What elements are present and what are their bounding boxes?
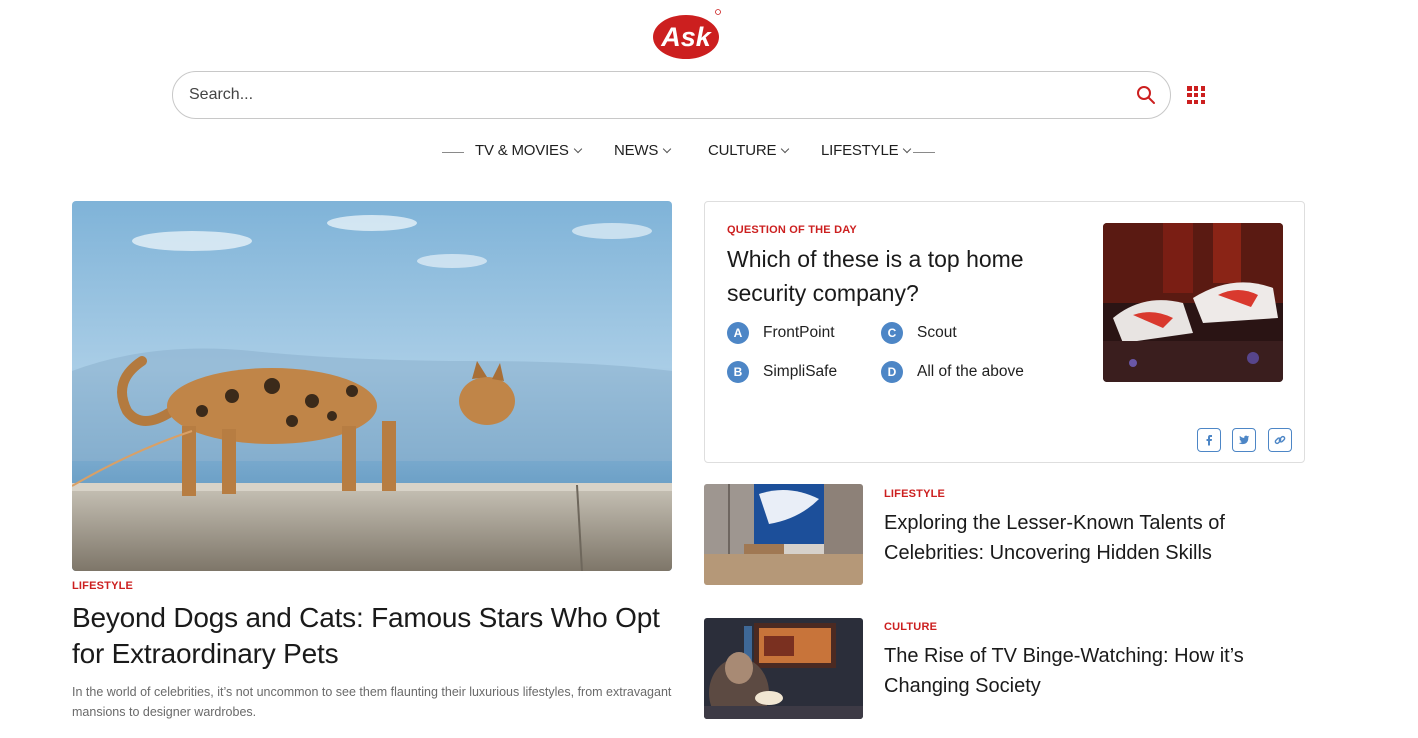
hero-image[interactable] [72,201,672,571]
article-category[interactable]: LIFESTYLE [884,488,945,500]
search-input[interactable] [189,72,1089,118]
option-letter-badge: C [881,322,903,344]
main-nav: TV & MOVIES NEWS CULTURE LIFESTYLE [0,140,1418,164]
hero-category[interactable]: LIFESTYLE [72,580,133,592]
hero-title[interactable]: Beyond Dogs and Cats: Famous Stars Who O… [72,600,672,672]
article-title[interactable]: The Rise of TV Binge-Watching: How it’s … [884,641,1284,701]
facebook-icon[interactable] [1197,428,1221,452]
question-image [1103,223,1283,382]
search-icon[interactable] [1136,85,1156,105]
hero-description: In the world of celebrities, it’s not un… [72,685,672,719]
article-title[interactable]: Exploring the Lesser-Known Talents of Ce… [884,508,1284,568]
answer-option-a[interactable]: A FrontPoint [727,322,835,344]
link-icon[interactable] [1268,428,1292,452]
chevron-down-icon [903,144,912,154]
question-of-the-day-card: QUESTION OF THE DAY Which of these is a … [704,201,1305,463]
search-bar[interactable] [172,71,1171,119]
logo-text: Ask [660,22,713,52]
nav-item-culture[interactable]: CULTURE [708,142,790,159]
nav-item-lifestyle[interactable]: LIFESTYLE [821,142,912,159]
answer-option-b[interactable]: B SimpliSafe [727,361,837,383]
ask-logo[interactable]: Ask [652,8,722,62]
article-thumbnail[interactable] [704,618,863,719]
question-title: Which of these is a top home security co… [727,246,1024,306]
chevron-down-icon [781,144,790,154]
chevron-down-icon [573,144,582,154]
option-letter-badge: A [727,322,749,344]
question-kicker: QUESTION OF THE DAY [727,224,857,236]
nav-divider-right [913,152,935,153]
twitter-icon[interactable] [1232,428,1256,452]
article-thumbnail[interactable] [704,484,863,585]
nav-item-news[interactable]: NEWS [614,142,672,159]
option-letter-badge: D [881,361,903,383]
answer-option-c[interactable]: C Scout [881,322,957,344]
grid-icon[interactable] [1187,86,1205,104]
answer-option-d[interactable]: D All of the above [881,361,1024,383]
chevron-down-icon [662,144,672,154]
nav-item-tv-movies[interactable]: TV & MOVIES [475,142,582,159]
article-category[interactable]: CULTURE [884,621,937,633]
nav-divider-left [442,152,464,153]
option-letter-badge: B [727,361,749,383]
